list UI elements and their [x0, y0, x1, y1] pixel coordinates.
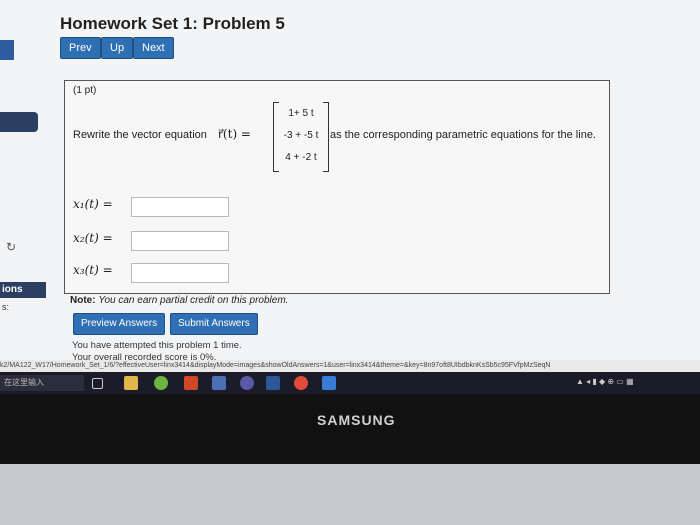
- minus-app-icon[interactable]: [240, 376, 254, 390]
- file-explorer-icon[interactable]: [124, 376, 138, 390]
- monitor-bezel: SAMSUNG: [0, 394, 700, 464]
- x1-input[interactable]: [131, 197, 229, 217]
- sidebar-tab-2[interactable]: [0, 112, 38, 132]
- prev-button[interactable]: Prev: [60, 37, 101, 59]
- task-view-icon[interactable]: [92, 378, 103, 389]
- taskbar-search[interactable]: 在这里输入: [0, 375, 84, 391]
- page-title: Homework Set 1: Problem 5: [60, 14, 285, 33]
- calculator-icon[interactable]: [212, 376, 226, 390]
- system-tray[interactable]: ▲ ◂ ▮ ◆ ⊕ ▭ ▦: [576, 377, 694, 389]
- matrix-entry: 4 + -2 t: [285, 152, 317, 163]
- laptop-body: [0, 464, 700, 525]
- sidebar-section-label: ions: [0, 282, 46, 298]
- submit-answers-button[interactable]: Submit Answers: [170, 313, 258, 335]
- browser-viewport: Homework Set 1: Problem 5 ↻ ions s: Prev…: [0, 0, 700, 380]
- x2-label: x₂(t) =: [73, 231, 113, 245]
- problem-box: (1 pt) Rewrite the vector equation r⃗(t)…: [64, 80, 610, 294]
- partial-credit-note: Note: You can earn partial credit on thi…: [70, 295, 288, 306]
- x1-label: x₁(t) =: [73, 197, 113, 211]
- next-button[interactable]: Next: [133, 37, 174, 59]
- matrix-entry: -3 + -5 t: [283, 130, 319, 141]
- chrome-icon[interactable]: [294, 376, 308, 390]
- x3-label: x₃(t) =: [73, 263, 113, 277]
- status-url: k2/MA122_W17/Homework_Set_1/6/?effective…: [0, 360, 700, 372]
- note-text: You can earn partial credit on this prob…: [98, 295, 289, 306]
- x3-input[interactable]: [131, 263, 229, 283]
- app-icon[interactable]: [154, 376, 168, 390]
- problem-points: (1 pt): [73, 85, 97, 96]
- prompt-start: Rewrite the vector equation: [73, 129, 207, 141]
- word-icon[interactable]: [266, 376, 280, 390]
- vector-matrix: 1+ 5 t -3 + -5 t 4 + -2 t: [273, 102, 329, 172]
- powerpoint-icon[interactable]: [184, 376, 198, 390]
- prompt-end: as the corresponding parametric equation…: [330, 129, 596, 141]
- attempts-message: You have attempted this problem 1 time.: [72, 340, 242, 351]
- vector-function: r⃗(t) =: [218, 127, 251, 141]
- brand-logo: SAMSUNG: [317, 412, 396, 428]
- matrix-entry: 1+ 5 t: [288, 108, 314, 119]
- taskbar: 在这里输入 ▲ ◂ ▮ ◆ ⊕ ▭ ▦: [0, 372, 700, 394]
- sidebar-section-label-2: s:: [2, 302, 10, 312]
- refresh-icon[interactable]: ↻: [6, 240, 16, 254]
- up-button[interactable]: Up: [101, 37, 134, 59]
- x2-input[interactable]: [131, 231, 229, 251]
- browser-icon[interactable]: [322, 376, 336, 390]
- sidebar-tab[interactable]: [0, 40, 14, 60]
- note-label: Note:: [70, 295, 96, 306]
- preview-answers-button[interactable]: Preview Answers: [73, 313, 166, 335]
